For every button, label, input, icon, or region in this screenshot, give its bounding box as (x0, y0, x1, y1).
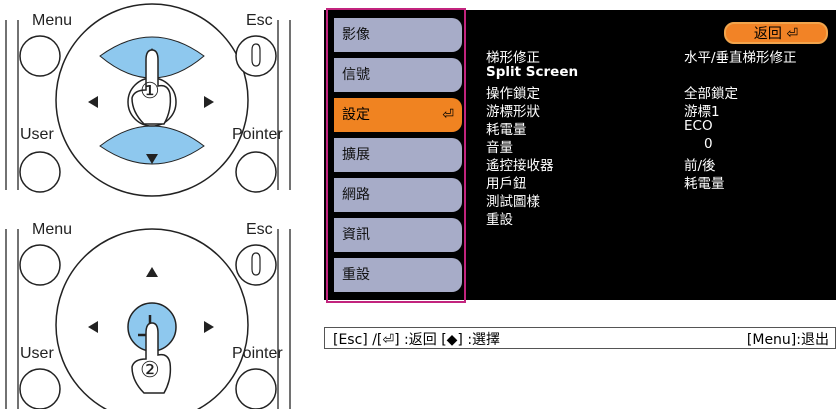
setting-row[interactable]: 測試圖樣 (486, 190, 828, 210)
step-number: ① (140, 78, 160, 103)
footer-exit: [Menu]:退出 (746, 332, 829, 348)
setting-row[interactable]: 重設 (486, 208, 828, 228)
user-label: User (20, 126, 54, 143)
esc-label: Esc (246, 221, 273, 238)
setting-row[interactable]: 遙控接收器 前/後 (486, 154, 828, 174)
pointer-label: Pointer (232, 126, 283, 143)
osd-footer: [Esc] /[⏎] :返回 [◆] :選擇 [Menu]:退出 (324, 327, 836, 349)
esc-button (235, 35, 277, 77)
menu-label: Menu (32, 221, 73, 238)
back-button[interactable]: 返回 ⏎ (724, 22, 828, 44)
setting-row[interactable]: 操作鎖定 全部鎖定 (486, 82, 828, 102)
setting-row[interactable]: 梯形修正 水平/垂直梯形修正 (486, 46, 828, 66)
remote-diagram-up-down: Menu Esc User Pointer ① (0, 0, 300, 200)
setting-row[interactable]: Split Screen (486, 64, 828, 81)
menu-label: Menu (32, 12, 73, 29)
footer-instructions: [Esc] /[⏎] :返回 [◆] :選擇 (333, 332, 501, 348)
setting-row[interactable]: 耗電量 ECO (486, 118, 828, 138)
user-button (19, 151, 61, 193)
pointer-button (235, 368, 277, 409)
esc-label: Esc (246, 12, 273, 29)
menu-button (19, 244, 61, 286)
pointer-button (235, 151, 277, 193)
menu-button (19, 35, 61, 77)
osd-settings-panel: 返回 ⏎ 梯形修正 水平/垂直梯形修正 Split Screen 操作鎖定 全部鎖定… (480, 10, 836, 300)
user-label: User (20, 345, 54, 362)
user-button (19, 368, 61, 409)
setting-row[interactable]: 音量 0 (486, 136, 828, 156)
setting-row[interactable]: 用戶鈕 耗電量 (486, 172, 828, 192)
enter-icon: ⏎ (786, 26, 799, 42)
remote-diagram-enter: Menu Esc User Pointer ② (0, 209, 300, 409)
esc-button (235, 244, 277, 286)
setting-row[interactable]: 游標形狀 游標1 (486, 100, 828, 120)
step-number: ② (140, 357, 160, 382)
pointer-label: Pointer (232, 345, 283, 362)
sidebar-highlight-frame (326, 8, 466, 303)
